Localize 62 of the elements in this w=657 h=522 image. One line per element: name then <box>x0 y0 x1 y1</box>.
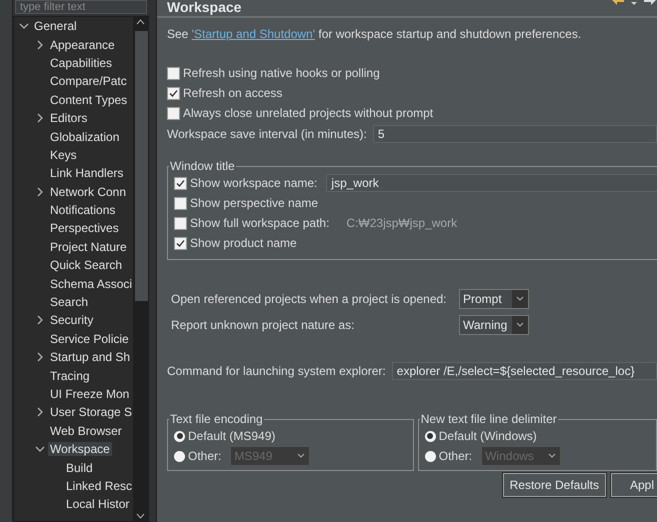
checkbox-label[interactable]: Always close unrelated projects without prompt <box>183 106 434 120</box>
tree-item[interactable]: Search <box>48 295 90 310</box>
tree-item[interactable]: General <box>32 19 79 34</box>
dropdown[interactable]: Prompt <box>459 289 529 309</box>
tree-item[interactable]: Tracing <box>48 368 92 383</box>
page-title: Workspace <box>167 0 242 14</box>
checkbox[interactable] <box>167 66 180 80</box>
apply-button[interactable]: Appl <box>611 473 657 497</box>
group-title: New text file line delimiter <box>420 412 558 426</box>
tree-item[interactable]: Service Policie <box>48 332 131 346</box>
combo-label: Open referenced projects when a project is opened: <box>171 292 448 306</box>
tree-item[interactable]: Perspectives <box>48 221 121 236</box>
tree-item[interactable]: Compare/Patc <box>48 74 129 88</box>
tree-item[interactable]: Appearance <box>48 38 117 52</box>
checkbox[interactable] <box>174 196 187 210</box>
checkbox-label[interactable]: Show product name <box>190 236 297 250</box>
tree-item[interactable]: Capabilities <box>48 56 114 70</box>
tree-item[interactable]: Build <box>64 460 95 475</box>
tree-item[interactable]: User Storage S <box>48 405 133 420</box>
tree-item[interactable]: Notifications <box>48 203 118 218</box>
checkbox-label[interactable]: Refresh on access <box>183 86 282 100</box>
checkbox-label[interactable]: Show workspace name: <box>190 176 318 190</box>
workspace-path: C:₩23jsp₩jsp_work <box>346 216 458 230</box>
tree-item[interactable]: UI Freeze Mon <box>48 387 132 401</box>
tree-item[interactable]: Schema Associ <box>48 276 133 291</box>
tree-item[interactable]: Network Conn <box>48 184 128 199</box>
tree-item[interactable]: Quick Search <box>48 258 124 272</box>
group-title: Window title <box>169 159 236 173</box>
tree-item[interactable]: Project Nature <box>48 240 129 254</box>
dropdown[interactable]: Warning <box>459 315 529 335</box>
tree-item[interactable]: Local Histor <box>64 497 132 512</box>
tree-item[interactable]: Globalization <box>48 130 122 144</box>
field-label: Workspace save interval (in minutes): <box>167 127 367 141</box>
tree-item[interactable]: Startup and Sh <box>48 350 132 364</box>
interval-field[interactable]: 5 <box>372 125 657 143</box>
intro-text: See 'Startup and Shutdown' for workspace startup and shutdown preferences. <box>167 27 582 41</box>
checkbox-label[interactable]: Refresh using native hooks or polling <box>183 66 380 80</box>
tree-item[interactable]: Linked Resc <box>64 478 133 493</box>
tree-item[interactable]: Workspace <box>48 442 112 456</box>
field-label: Command for launching system explorer: <box>167 364 386 378</box>
checkbox[interactable] <box>167 106 180 120</box>
tree-item[interactable]: Content Types <box>48 92 130 107</box>
tree-item[interactable]: Web Browser <box>48 424 124 438</box>
tree-item[interactable]: Keys <box>48 148 79 162</box>
checkbox[interactable] <box>174 216 187 230</box>
checkbox-label[interactable]: Show full workspace path: <box>190 216 330 230</box>
combo-label: Report unknown project nature as: <box>171 318 356 332</box>
scroll-down-icon[interactable] <box>136 513 145 519</box>
checkbox-label[interactable]: Show perspective name <box>190 196 318 210</box>
checkbox[interactable] <box>174 236 187 250</box>
scroll-up-icon[interactable] <box>136 19 145 25</box>
tree-item[interactable]: Editors <box>48 111 90 126</box>
filter-field[interactable]: type filter text <box>15 0 147 14</box>
workspace-name-field[interactable]: jsp_work <box>326 174 657 192</box>
explorer-command-field[interactable]: explorer /E,/select=${selected_resource_loc} <box>392 362 657 380</box>
checkbox[interactable] <box>174 176 187 190</box>
group-title: Text file encoding <box>169 412 264 426</box>
scrollbar[interactable] <box>133 17 148 521</box>
tree-item[interactable]: Security <box>48 313 96 328</box>
restore-defaults-button[interactable]: Restore Defaults <box>502 473 606 497</box>
checkbox[interactable] <box>167 86 180 100</box>
tree-item[interactable]: Link Handlers <box>48 166 126 180</box>
